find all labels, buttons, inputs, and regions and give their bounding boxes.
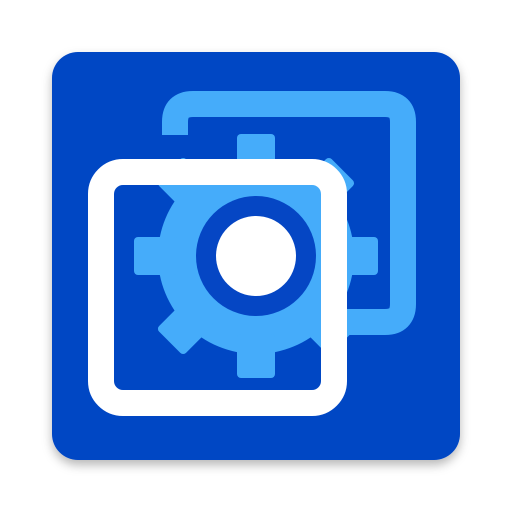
app-icon-canvas bbox=[0, 0, 512, 512]
gear-tooth bbox=[237, 334, 275, 378]
app-launcher-icon[interactable] bbox=[0, 0, 512, 512]
gear-tooth bbox=[134, 237, 178, 275]
